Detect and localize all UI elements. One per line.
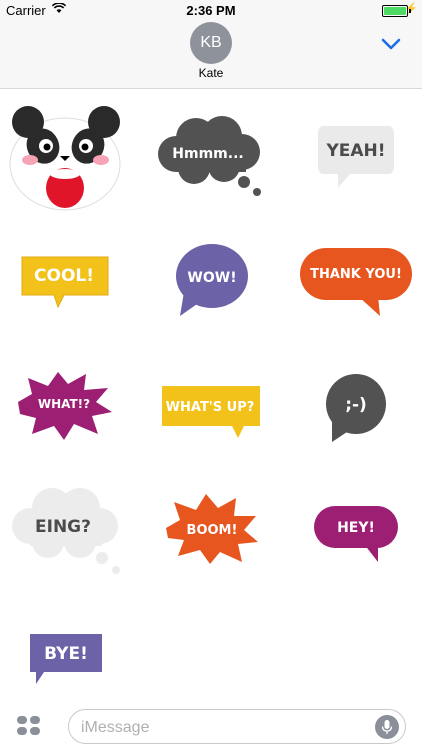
sticker-wow-label: WOW! (187, 270, 236, 286)
sticker-hmmm-label: Hmmm... (172, 146, 243, 162)
clock: 2:36 PM (186, 3, 236, 18)
microphone-icon[interactable] (375, 715, 399, 739)
sticker-bye-label: BYE! (44, 644, 88, 664)
sticker-what-label: WHAT!? (38, 397, 90, 411)
message-input-placeholder: iMessage (81, 719, 150, 736)
sticker-whats-up[interactable]: WHAT'S UP? (158, 382, 264, 440)
sticker-whats-up-label: WHAT'S UP? (166, 400, 255, 415)
sticker-eing[interactable]: EING? (8, 486, 126, 580)
sticker-yeah-label: YEAH! (325, 141, 385, 161)
battery-icon (382, 5, 411, 17)
chevron-down-icon[interactable] (380, 36, 402, 52)
panda-icon (9, 106, 121, 211)
sticker-eing-label: EING? (35, 517, 91, 537)
sticker-cool-label: COOL! (34, 266, 94, 286)
sticker-cool[interactable]: COOL! (18, 253, 114, 311)
sticker-thank-you[interactable]: THANK YOU! (298, 246, 414, 318)
sticker-boom-label: BOOM! (187, 523, 238, 538)
sticker-hey[interactable]: HEY! (312, 504, 402, 564)
sticker-wow[interactable]: WOW! (170, 242, 250, 320)
status-bar: Carrier 2:36 PM ⚡ (0, 0, 422, 20)
message-input[interactable]: iMessage (68, 709, 406, 744)
sticker-boom[interactable]: BOOM! (162, 492, 260, 566)
sticker-smiley-label: ;-) (345, 395, 367, 415)
sticker-hey-label: HEY! (337, 520, 375, 536)
sticker-bye[interactable]: BYE! (26, 630, 106, 686)
contact-name[interactable]: Kate (0, 66, 422, 80)
sticker-yeah[interactable]: YEAH! (314, 122, 398, 194)
sticker-thank-you-label: THANK YOU! (310, 267, 402, 282)
sticker-hmmm[interactable]: Hmmm... (156, 114, 268, 202)
app-drawer-icon[interactable] (16, 715, 42, 737)
sticker-what[interactable]: WHAT!? (14, 368, 116, 444)
sticker-panda[interactable] (8, 104, 123, 212)
contact-avatar[interactable]: KB (190, 22, 232, 64)
sticker-smiley[interactable]: ;-) (318, 372, 392, 444)
